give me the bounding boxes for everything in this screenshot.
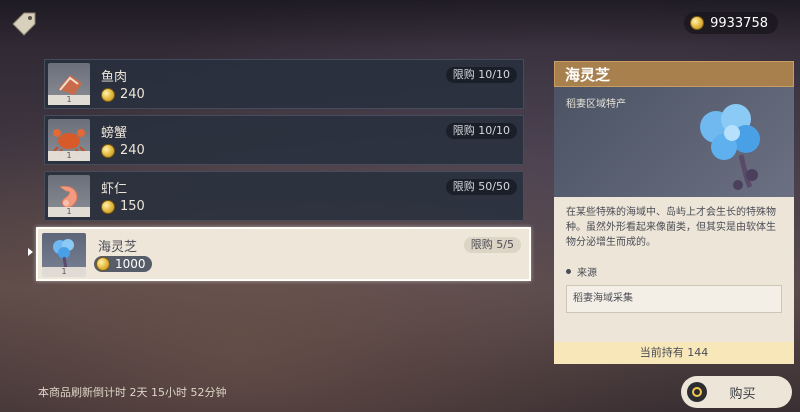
price-value: 240: [120, 87, 145, 102]
buy-button[interactable]: 购买: [681, 376, 792, 408]
detail-hero: 稻妻区域特产: [554, 87, 794, 197]
bullet-icon: [566, 269, 571, 274]
item-quantity: 1: [48, 151, 90, 161]
mora-balance: 9933758: [684, 12, 778, 34]
purchase-limit: 限购 10/10: [445, 67, 517, 83]
source-title: 来源: [577, 268, 597, 279]
item-price: 1000: [94, 256, 152, 272]
item-quantity: 1: [48, 95, 90, 105]
crab-icon: 1: [48, 119, 90, 161]
item-price: 240: [101, 87, 145, 102]
mora-coin-icon: [101, 143, 115, 158]
price-value: 240: [120, 143, 145, 158]
item-price: 240: [101, 143, 145, 158]
selection-arrow-icon: [28, 248, 33, 256]
price-value: 1000: [115, 257, 146, 271]
price-tag-icon: [12, 12, 36, 36]
refresh-countdown: 本商品刷新倒计时 2天 15小时 52分钟: [38, 386, 227, 399]
shop-item-shrimp[interactable]: 1 虾仁 150 限购 50/50: [44, 171, 524, 221]
item-quantity: 1: [48, 207, 90, 217]
price-value: 150: [120, 199, 145, 214]
mora-coin-icon: [690, 16, 705, 30]
owned-count: 当前持有 144: [554, 342, 794, 364]
detail-title: 海灵芝: [554, 61, 794, 87]
mora-coin-icon: [96, 257, 110, 271]
controller-button-icon: [687, 382, 707, 402]
purchase-limit: 限购 50/50: [445, 179, 517, 195]
item-description: 在某些特殊的海域中、岛屿上才会生长的特殊物种。虽然外形看起来像菌类，但其实是由软…: [566, 207, 776, 248]
shop-item-sea-ganoderma[interactable]: 1 海灵芝 1000 限购 5/5: [36, 227, 531, 281]
mora-coin-icon: [101, 87, 115, 102]
sea-ganoderma-icon: 1: [42, 233, 86, 277]
item-name: 鱼肉: [101, 70, 128, 85]
mora-amount: 9933758: [710, 15, 768, 31]
item-name: 海灵芝: [98, 240, 138, 255]
top-bar: [0, 0, 800, 46]
buy-label: 购买: [729, 386, 756, 402]
purchase-limit: 限购 5/5: [463, 237, 521, 253]
shop-item-crab[interactable]: 1 螃蟹 240 限购 10/10: [44, 115, 524, 165]
shop-item-fish-meat[interactable]: 1 鱼肉 240 限购 10/10: [44, 59, 524, 109]
item-detail-panel: 海灵芝 稻妻区域特产 在某些特殊的海域中、岛屿上才会生长的特殊物种。虽然外形看起…: [554, 61, 794, 365]
item-name: 螃蟹: [101, 126, 128, 141]
sea-ganoderma-art-icon: [700, 104, 760, 190]
mora-coin-icon: [101, 199, 115, 214]
detail-body: 在某些特殊的海域中、岛屿上才会生长的特殊物种。虽然外形看起来像菌类，但其实是由软…: [554, 197, 794, 342]
purchase-limit: 限购 10/10: [445, 123, 517, 139]
item-name: 虾仁: [101, 182, 128, 197]
shop-item-list: 1 鱼肉 240 限购 10/10 1 螃蟹 240 限购 10/10 1 虾仁…: [36, 59, 531, 287]
item-price: 150: [101, 199, 145, 214]
source-heading: 来源: [566, 264, 782, 279]
item-quantity: 1: [42, 267, 86, 277]
item-category: 稻妻区域特产: [566, 99, 626, 110]
source-entry: 稻妻海域采集: [566, 285, 782, 313]
shrimp-icon: 1: [48, 175, 90, 217]
fish-meat-icon: 1: [48, 63, 90, 105]
